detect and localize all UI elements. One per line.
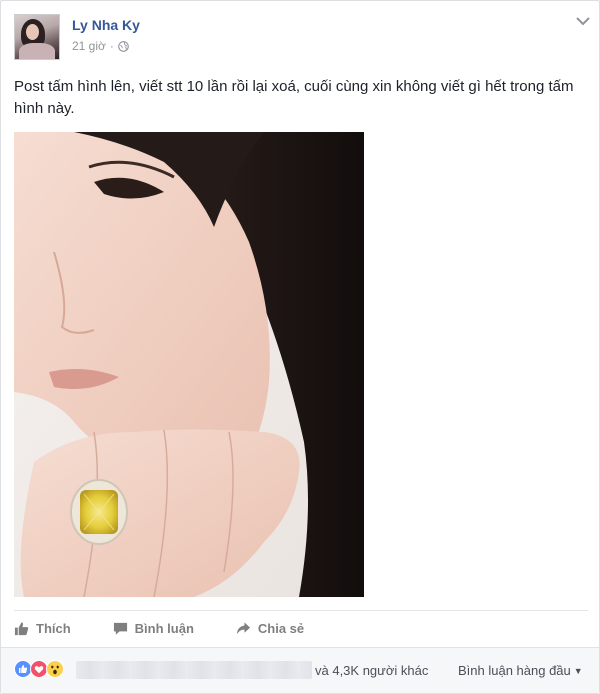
reaction-count[interactable]: và 4,3K người khác — [315, 663, 428, 678]
reactions-bar: và 4,3K người khác Bình luận hàng đầu ▼ — [1, 647, 599, 693]
actions-divider — [14, 610, 588, 611]
comment-label: Bình luận — [134, 620, 194, 636]
post-timestamp[interactable]: 21 giờ — [72, 39, 106, 53]
wow-reaction-icon — [46, 660, 64, 678]
meta-separator: · — [109, 39, 114, 53]
post-photo[interactable] — [14, 132, 364, 597]
comment-sort-label: Bình luận hàng đầu — [458, 663, 571, 678]
share-button[interactable]: Chia sẻ — [236, 621, 304, 636]
like-button[interactable]: Thích — [14, 621, 71, 636]
comment-button[interactable]: Bình luận — [113, 621, 194, 636]
thumbs-up-icon — [14, 621, 29, 635]
reactor-names-blurred[interactable] — [76, 661, 312, 679]
portrait-image — [14, 132, 364, 597]
share-label: Chia sẻ — [257, 620, 305, 636]
globe-icon[interactable] — [118, 40, 129, 52]
comment-icon — [113, 622, 127, 635]
post-meta: 21 giờ · — [72, 39, 129, 53]
author-avatar[interactable] — [14, 14, 60, 60]
post-header: Ly Nha Ky 21 giờ · — [14, 14, 574, 60]
share-arrow-icon — [236, 621, 250, 634]
like-label: Thích — [36, 620, 71, 636]
caret-down-icon: ▼ — [573, 666, 583, 676]
author-name[interactable]: Ly Nha Ky — [72, 17, 140, 33]
chevron-down-icon[interactable] — [576, 16, 590, 26]
post-text: Post tấm hình lên, viết stt 10 lần rồi l… — [14, 78, 574, 117]
comment-sort-dropdown[interactable]: Bình luận hàng đầu ▼ — [458, 663, 583, 678]
reaction-icons[interactable] — [14, 660, 64, 678]
post-card: Ly Nha Ky 21 giờ · Post tấm hình lên, vi… — [0, 0, 600, 694]
post-actions: Thích Bình luận Chia sẻ — [14, 613, 346, 643]
